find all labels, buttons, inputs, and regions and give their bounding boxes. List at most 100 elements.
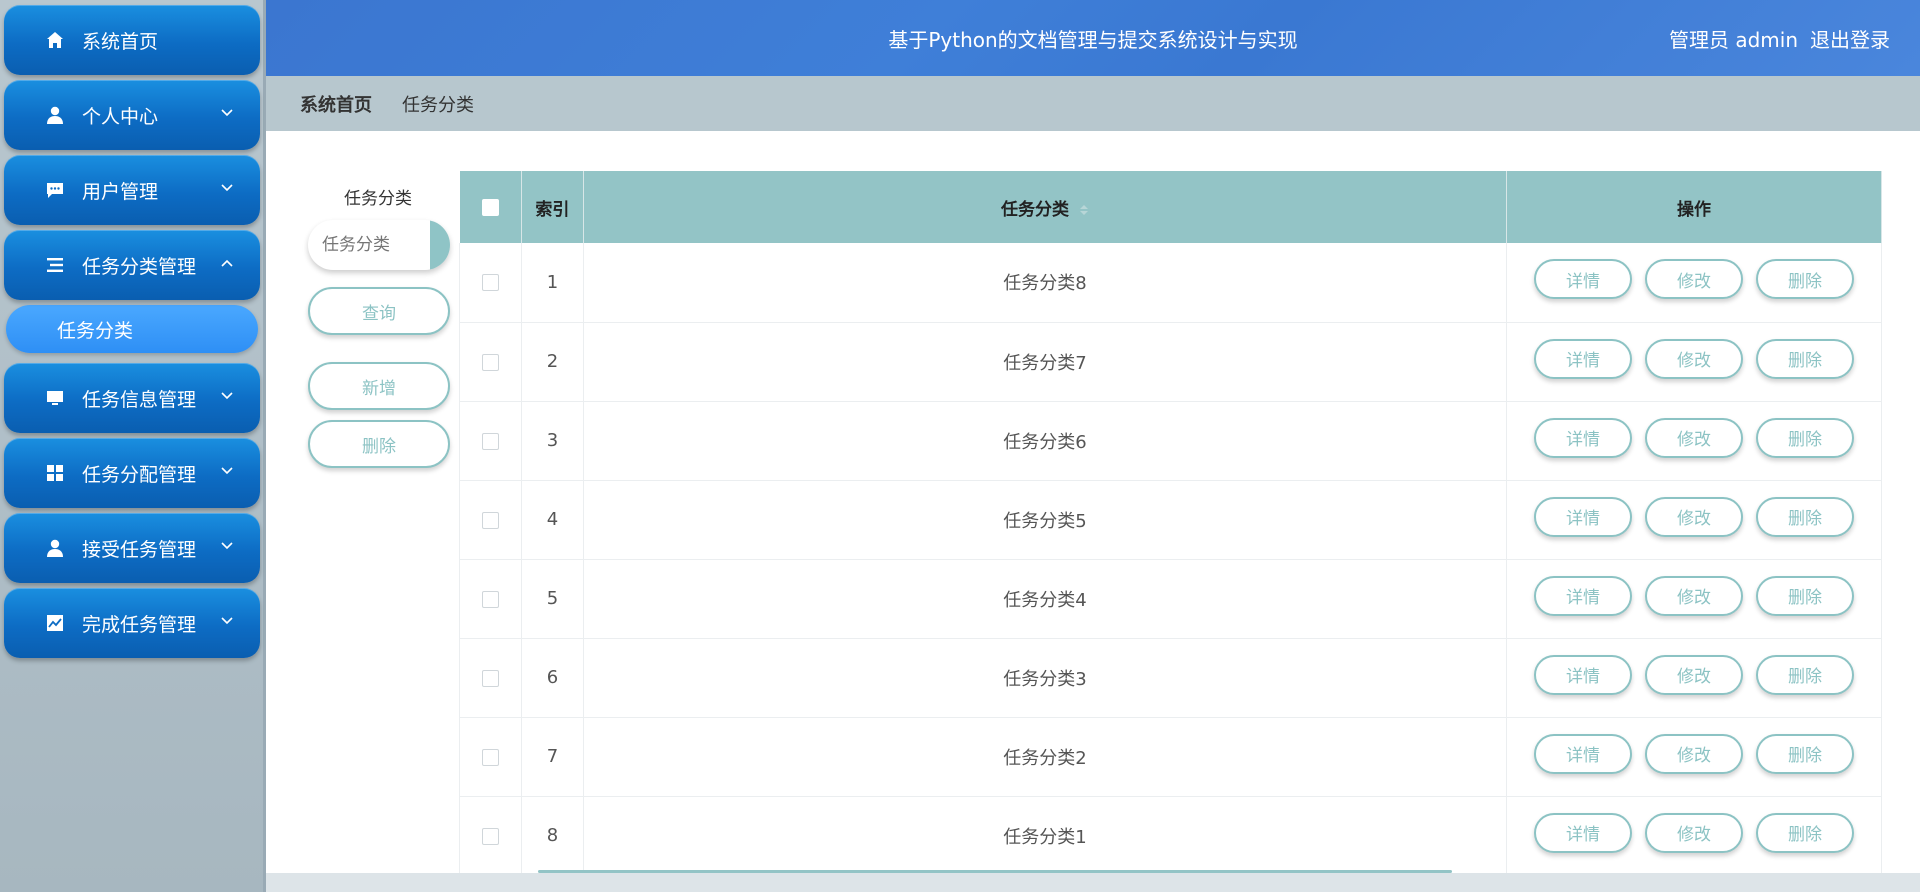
sidebar-item-label: 用户管理 (82, 180, 159, 203)
sidebar-subitem-task-category[interactable]: 任务分类 (6, 305, 258, 353)
row-ops: 详情 修改 删除 (1508, 812, 1880, 853)
search-input[interactable] (308, 220, 428, 270)
index-column-header: 索引 (521, 171, 584, 243)
chevron-up-icon (221, 259, 233, 267)
batch-delete-button[interactable]: 删除 (308, 420, 450, 468)
person-icon (44, 537, 66, 559)
sidebar-item-label: 任务分类管理 (82, 255, 197, 278)
edit-button[interactable]: 修改 (1645, 259, 1744, 300)
table-body: 1 任务分类8 详情 修改 删除 2 任务分类7 详情 修改 删除 3 任务分类6 详情 修改 删除 4 任务分… (459, 243, 1882, 876)
delete-button[interactable]: 删除 (1756, 417, 1855, 458)
row-checkbox[interactable] (481, 590, 499, 608)
table-row: 6 任务分类3 详情 修改 删除 (459, 638, 1882, 718)
sidebar-item-task-assignment-management[interactable]: 任务分配管理 (4, 438, 260, 508)
detail-button[interactable]: 详情 (1534, 733, 1633, 774)
search-input-wrapper (308, 220, 450, 270)
detail-button[interactable]: 详情 (1534, 496, 1633, 537)
row-checkbox[interactable] (481, 511, 499, 529)
detail-button[interactable]: 详情 (1534, 654, 1633, 695)
row-ops-cell: 详情 修改 删除 (1506, 322, 1882, 402)
sidebar-item-personal-center[interactable]: 个人中心 (4, 80, 260, 150)
sort-icon[interactable] (1079, 203, 1089, 217)
select-all-header (459, 171, 522, 243)
sidebar-item-user-management[interactable]: 用户管理 (4, 155, 260, 225)
row-select-cell (459, 559, 522, 639)
query-button[interactable]: 查询 (308, 287, 450, 335)
edit-button[interactable]: 修改 (1645, 575, 1744, 616)
row-ops-cell: 详情 修改 删除 (1506, 638, 1882, 718)
row-checkbox[interactable] (481, 353, 499, 371)
add-button[interactable]: 新增 (308, 362, 450, 410)
detail-button[interactable]: 详情 (1534, 338, 1633, 379)
delete-button[interactable]: 删除 (1756, 259, 1855, 300)
row-ops: 详情 修改 删除 (1508, 417, 1880, 458)
row-ops-cell: 详情 修改 删除 (1506, 796, 1882, 876)
breadcrumb-home-link[interactable]: 系统首页 (300, 91, 372, 117)
delete-button[interactable]: 删除 (1756, 575, 1855, 616)
chevron-down-icon (221, 467, 233, 475)
detail-button[interactable]: 详情 (1534, 812, 1633, 853)
sidebar-item-label: 任务分配管理 (82, 463, 197, 486)
input-cap (430, 220, 450, 270)
chevron-down-icon (221, 542, 233, 550)
detail-button[interactable]: 详情 (1534, 575, 1633, 616)
name-column-header[interactable]: 任务分类 (583, 171, 1508, 243)
main-panel: 任务分类 查询 新增 删除 索引 任务分类 操作 1任务分类8详情修改删除2任务… (266, 131, 1920, 876)
edit-button[interactable]: 修改 (1645, 496, 1744, 537)
person-icon (44, 104, 66, 126)
table-row: 2 任务分类7 详情 修改 删除 (459, 322, 1882, 402)
row-task-category-name: 任务分类5 (583, 480, 1508, 560)
row-checkbox[interactable] (481, 827, 499, 845)
row-select-cell (459, 638, 522, 718)
delete-button[interactable]: 删除 (1756, 654, 1855, 695)
detail-button[interactable]: 详情 (1534, 259, 1633, 300)
row-ops-cell: 详情 修改 删除 (1506, 401, 1882, 481)
row-checkbox[interactable] (481, 274, 499, 292)
edit-button[interactable]: 修改 (1645, 733, 1744, 774)
delete-button[interactable]: 删除 (1756, 733, 1855, 774)
edit-button[interactable]: 修改 (1645, 417, 1744, 458)
row-index: 3 (521, 401, 584, 481)
home-icon (44, 29, 66, 51)
row-ops: 详情 修改 删除 (1508, 338, 1880, 379)
sidebar-item-home[interactable]: 系统首页 (4, 5, 260, 75)
sidebar-item-task-info-management[interactable]: 任务信息管理 (4, 363, 260, 433)
chevron-down-icon (221, 617, 233, 625)
row-checkbox[interactable] (481, 432, 499, 450)
breadcrumb-current: 任务分类 (402, 94, 474, 116)
delete-button[interactable]: 删除 (1756, 812, 1855, 853)
edit-button[interactable]: 修改 (1645, 338, 1744, 379)
sidebar: 系统首页 个人中心 用户管理 任务分类管理 任务分类 任务信息管理 任务分配管理… (0, 0, 266, 892)
row-ops-cell: 详情 修改 删除 (1506, 480, 1882, 560)
sidebar-item-accept-task-management[interactable]: 接受任务管理 (4, 513, 260, 583)
sidebar-item-task-category-management[interactable]: 任务分类管理 (4, 230, 260, 300)
row-index: 5 (521, 559, 584, 639)
table-row: 5 任务分类4 详情 修改 删除 (459, 559, 1882, 639)
row-index: 7 (521, 717, 584, 797)
row-ops-cell: 详情 修改 删除 (1506, 717, 1882, 797)
edit-button[interactable]: 修改 (1645, 654, 1744, 695)
edit-button[interactable]: 修改 (1645, 812, 1744, 853)
row-ops: 详情 修改 删除 (1508, 496, 1880, 537)
row-ops-cell: 详情 修改 删除 (1506, 243, 1882, 323)
sidebar-item-complete-task-management[interactable]: 完成任务管理 (4, 588, 260, 658)
chat-icon (44, 179, 66, 201)
top-header: 基于Python的文档管理与提交系统设计与实现 管理员 admin 退出登录 (266, 0, 1920, 76)
sidebar-subitem-label: 任务分类 (57, 319, 134, 342)
row-ops-cell: 详情 修改 删除 (1506, 559, 1882, 639)
table-row: 3 任务分类6 详情 修改 删除 (459, 401, 1882, 481)
delete-button[interactable]: 删除 (1756, 496, 1855, 537)
header-user-area: 管理员 admin 退出登录 (1669, 0, 1890, 76)
task-category-table: 索引 任务分类 操作 1 任务分类8 详情 修改 删除 2 任务分类7 详情 修改 删除 3 任务分类… (459, 171, 1882, 876)
row-checkbox[interactable] (481, 748, 499, 766)
row-task-category-name: 任务分类8 (583, 243, 1508, 323)
detail-button[interactable]: 详情 (1534, 417, 1633, 458)
select-all-checkbox[interactable] (481, 198, 499, 216)
row-checkbox[interactable] (481, 669, 499, 687)
list-icon (44, 254, 66, 276)
row-select-cell (459, 243, 522, 323)
delete-button[interactable]: 删除 (1756, 338, 1855, 379)
monitor-icon (44, 387, 66, 409)
chevron-down-icon (221, 184, 233, 192)
logout-button[interactable]: 退出登录 (1810, 24, 1890, 53)
